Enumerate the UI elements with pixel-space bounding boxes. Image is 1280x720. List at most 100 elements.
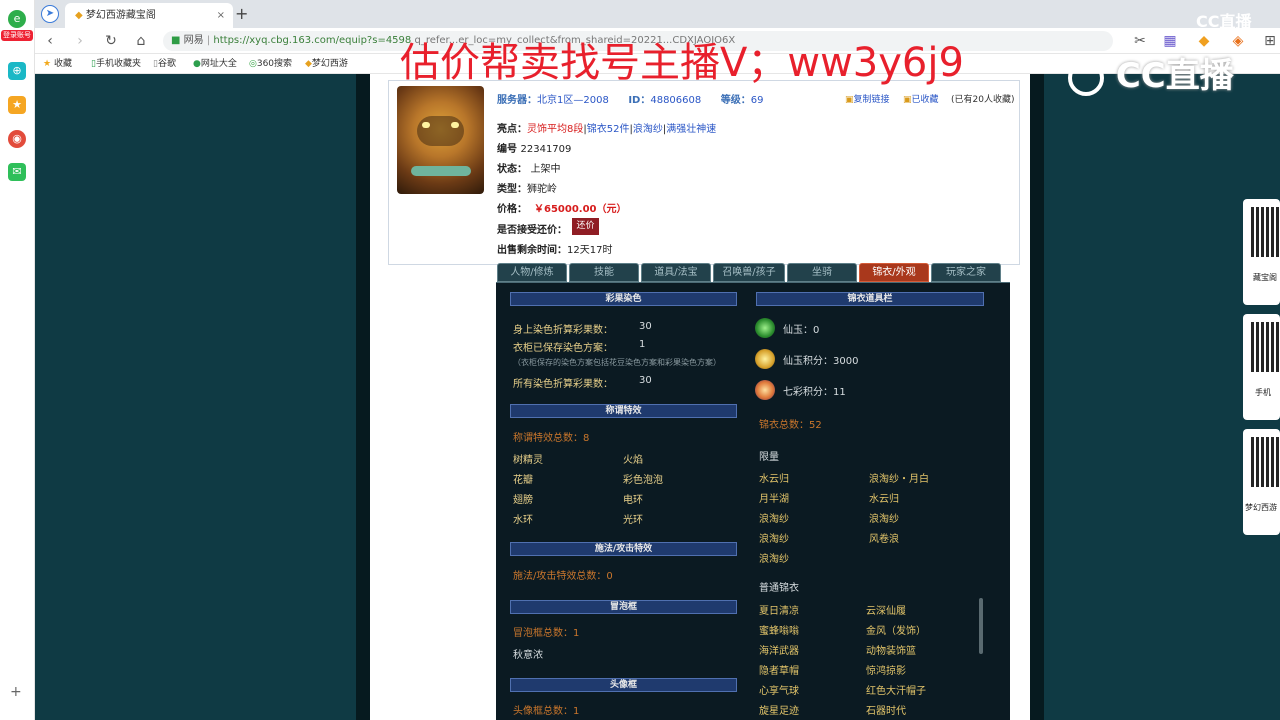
highlight-item: 灵饰平均8段 bbox=[527, 124, 584, 135]
spell-effects-header: 施法/攻击特效 bbox=[510, 542, 737, 556]
qr-code-icon bbox=[1251, 207, 1279, 257]
collect-icon: ▣ bbox=[903, 95, 912, 105]
normal-item: 惊鸿掠影 bbox=[866, 666, 906, 677]
tab-mounts[interactable]: 坐骑 bbox=[787, 263, 857, 282]
qr-code-icon bbox=[1251, 322, 1279, 372]
rainbow-points-icon bbox=[755, 380, 775, 400]
limited-item: 浪淘纱 bbox=[759, 534, 789, 545]
jinyi-total: 锦衣总数：52 bbox=[759, 420, 822, 431]
cc-logo-icon bbox=[1068, 59, 1104, 96]
add-icon[interactable]: + bbox=[10, 684, 22, 700]
qr-card[interactable]: 藏宝阁 bbox=[1243, 199, 1280, 305]
limited-item: 浪淘纱・月白 bbox=[869, 474, 929, 485]
bookmark-item[interactable]: ◆梦幻西游 bbox=[305, 57, 348, 71]
price-row: 价格： ￥65000.00（元） bbox=[497, 204, 627, 215]
spell-effects-count: 施法/攻击特效总数：0 bbox=[513, 571, 613, 582]
bookmark-item[interactable]: ▯手机收藏夹 bbox=[91, 57, 141, 71]
cbg-icon: ◆ bbox=[75, 10, 83, 21]
url-text: https://xyq.cbg.163.com/equip?s=4598 bbox=[213, 35, 412, 46]
forward-icon[interactable]: › bbox=[71, 32, 89, 50]
weibo-icon[interactable]: ◉ bbox=[8, 130, 26, 148]
login-badge[interactable]: 登录账号 bbox=[1, 30, 33, 41]
copy-icon: ▣ bbox=[845, 95, 854, 105]
qr-card[interactable]: 手机 bbox=[1243, 314, 1280, 420]
time-row: 出售剩余时间：12天17时 bbox=[497, 245, 613, 256]
normal-item: 旋星足迹 bbox=[759, 706, 799, 717]
title-effect-item: 彩色泡泡 bbox=[623, 475, 663, 486]
home-icon[interactable]: ⌂ bbox=[132, 32, 150, 50]
dye-header: 彩果染色 bbox=[510, 292, 737, 306]
qr-code-icon bbox=[1251, 437, 1279, 487]
back-icon[interactable]: ‹ bbox=[41, 32, 59, 50]
bargain-button[interactable]: 还价 bbox=[572, 218, 599, 235]
limited-item: 浪淘纱 bbox=[869, 514, 899, 525]
tab-items[interactable]: 道具/法宝 bbox=[641, 263, 711, 282]
mail-icon[interactable]: ✉ bbox=[8, 163, 26, 181]
bookmark-item[interactable]: ●网址大全 bbox=[193, 57, 237, 71]
xianyu-points-icon bbox=[755, 349, 775, 369]
close-tab-icon[interactable]: × bbox=[217, 3, 225, 28]
normal-item: 动物装饰篮 bbox=[866, 646, 916, 657]
limited-item: 浪淘纱 bbox=[759, 554, 789, 565]
browser-logo-icon[interactable]: e bbox=[8, 10, 26, 28]
tab-bar: ➤ ◆ 梦幻西游藏宝阁 × + bbox=[35, 0, 1280, 28]
id-label: ID： bbox=[628, 95, 651, 106]
tab-appearance[interactable]: 锦衣/外观 bbox=[859, 263, 929, 282]
tab-skills[interactable]: 技能 bbox=[569, 263, 639, 282]
title-effect-item: 花瓣 bbox=[513, 475, 533, 486]
avatar-frame-header: 头像框 bbox=[510, 678, 737, 692]
dye-value: 30 bbox=[639, 321, 652, 332]
browser-sidebar: e 登录账号 ⊕ ★ ◉ ✉ + bbox=[0, 0, 35, 720]
title-effect-item: 电环 bbox=[623, 495, 643, 506]
qr-label: 手机 bbox=[1255, 388, 1271, 397]
dye-label: 衣柜已保存染色方案： bbox=[513, 343, 613, 354]
normal-item: 红色大汗帽子 bbox=[866, 686, 926, 697]
id-value: 48806608 bbox=[650, 95, 702, 106]
bookmark-item[interactable]: ▯谷歌 bbox=[153, 57, 176, 71]
star-icon[interactable]: ★ bbox=[8, 96, 26, 114]
sidebar-app-icon[interactable]: ⊕ bbox=[8, 62, 26, 80]
bubble-item: 秋意浓 bbox=[513, 650, 543, 661]
normal-header: 普通锦衣 bbox=[759, 583, 799, 594]
avatar-frame-count: 头像框总数：1 bbox=[513, 706, 580, 717]
title-effect-item: 光环 bbox=[623, 515, 643, 526]
bubble-header: 冒泡框 bbox=[510, 600, 737, 614]
secure-icon: ■ bbox=[171, 35, 181, 46]
tab-home[interactable]: 玩家之家 bbox=[931, 263, 1001, 282]
appearance-panel: 彩果染色 身上染色折算彩果数： 30 衣柜已保存染色方案： 1 （衣柜保存的染色… bbox=[496, 282, 1010, 720]
qr-card[interactable]: 梦幻西游 bbox=[1243, 429, 1280, 535]
number-row: 编号 22341709 bbox=[497, 144, 572, 155]
server-label: 服务器： bbox=[497, 95, 537, 106]
apps-icon[interactable]: ⊞ bbox=[1261, 32, 1279, 50]
highlight-item: 锦衣52件 bbox=[586, 124, 630, 135]
tab-cbg[interactable]: ◆ 梦幻西游藏宝阁 × bbox=[65, 3, 233, 28]
reload-icon[interactable]: ↻ bbox=[102, 32, 120, 50]
highlight-item: 满强壮神速 bbox=[666, 124, 717, 135]
level-label: 等级： bbox=[720, 95, 751, 106]
limited-item: 月半湖 bbox=[759, 494, 789, 505]
limited-item: 水云归 bbox=[869, 494, 899, 505]
bookmark-item[interactable]: ◎360搜索 bbox=[249, 57, 292, 71]
normal-item: 石器时代 bbox=[866, 706, 906, 717]
server-row: 服务器：北京1区—2008 ID：48806608 等级：69 bbox=[497, 91, 763, 106]
bargain-row: 是否接受还价： bbox=[497, 225, 567, 236]
page-border-right bbox=[1030, 74, 1044, 720]
new-tab-button[interactable]: + bbox=[235, 4, 248, 23]
dye-label: 身上染色折算彩果数： bbox=[513, 325, 613, 336]
copy-link-button[interactable]: ▣复制链接 bbox=[845, 92, 890, 105]
title-effect-item: 树精灵 bbox=[513, 455, 543, 466]
navigate-icon[interactable]: ➤ bbox=[41, 5, 59, 23]
collect-count: (已有20人收藏) bbox=[951, 95, 1015, 105]
wardrobe-header: 锦衣道具栏 bbox=[756, 292, 984, 306]
title-effect-item: 火焰 bbox=[623, 455, 643, 466]
page-border-left bbox=[356, 74, 370, 720]
scrollbar-thumb[interactable] bbox=[979, 598, 983, 654]
level-value: 69 bbox=[750, 95, 764, 106]
rainbow-points-value: 七彩积分：11 bbox=[783, 387, 846, 398]
tab-pets[interactable]: 召唤兽/孩子 bbox=[713, 263, 785, 282]
bookmark-item[interactable]: ★ 收藏 bbox=[43, 57, 72, 71]
cc-top-logo: CC直播 bbox=[1196, 12, 1252, 31]
limited-item: 浪淘纱 bbox=[759, 514, 789, 525]
tab-character[interactable]: 人物/修炼 bbox=[497, 263, 567, 282]
collected-button[interactable]: ▣已收藏 bbox=[903, 92, 939, 105]
